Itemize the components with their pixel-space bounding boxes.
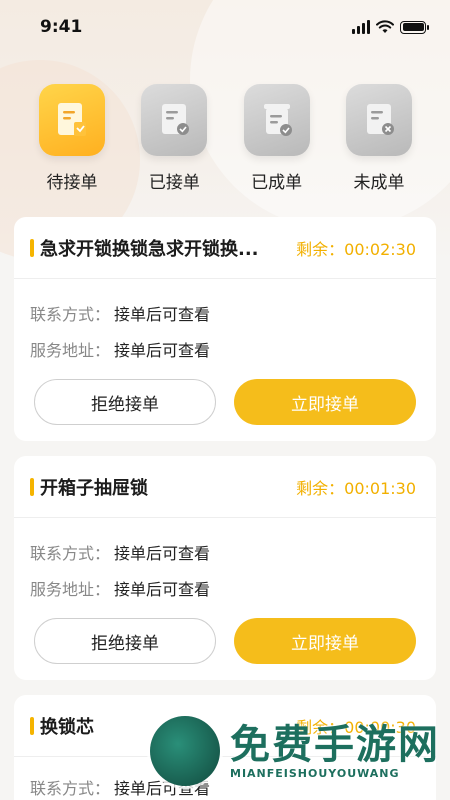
address-row: 服务地址： 接单后可查看 xyxy=(30,570,420,606)
order-card-header: 开箱子抽屉锁 剩余：00:01:30 xyxy=(14,456,436,518)
order-card: 急求开锁换锁急求开锁换... 剩余：00:02:30 联系方式： 接单后可查看 … xyxy=(14,217,436,441)
order-actions: 拒绝接单 立即接单 xyxy=(14,367,436,425)
order-card-body: 联系方式： 接单后可查看 服务地址： 接单后可查看 xyxy=(14,279,436,367)
watermark-subtitle: MIANFEISHOUYOUWANG xyxy=(230,766,400,780)
remaining-value: 00:02:30 xyxy=(344,239,416,259)
order-title-text: 换锁芯 xyxy=(40,716,94,738)
cellular-signal-icon xyxy=(352,20,370,34)
order-actions: 拒绝接单 立即接单 xyxy=(14,606,436,664)
watermark-text: 免费手游网 MIANFEISHOUYOUWANG xyxy=(230,720,440,780)
status-bar: 9:41 xyxy=(0,0,450,54)
contact-row: 联系方式： 接单后可查看 xyxy=(30,295,420,331)
contact-value: 接单后可查看 xyxy=(114,544,211,563)
tab-accepted[interactable]: 已接单 xyxy=(126,84,222,193)
tab-label: 待接单 xyxy=(46,173,98,193)
system-icons xyxy=(352,20,429,34)
tab-label: 已接单 xyxy=(148,173,200,193)
order-title-text: 急求开锁换锁急求开锁换... xyxy=(40,238,259,260)
order-title: 换锁芯 xyxy=(30,713,94,739)
accept-order-button[interactable]: 立即接单 xyxy=(234,618,416,664)
watermark-logo-icon xyxy=(150,716,220,786)
title-accent-bar xyxy=(30,238,34,257)
doc-accepted-icon xyxy=(141,84,208,156)
reject-order-button[interactable]: 拒绝接单 xyxy=(34,618,216,664)
address-value: 接单后可查看 xyxy=(114,341,211,360)
tab-completed[interactable]: 已成单 xyxy=(229,84,325,193)
contact-value: 接单后可查看 xyxy=(114,305,211,324)
address-label: 服务地址： xyxy=(30,341,111,360)
tab-pending[interactable]: 待接单 xyxy=(24,84,120,193)
address-row: 服务地址： 接单后可查看 xyxy=(30,331,420,367)
tab-failed[interactable]: 未成单 xyxy=(331,84,427,193)
remaining-time: 剩余：00:01:30 xyxy=(296,475,416,499)
doc-completed-icon xyxy=(243,84,310,156)
contact-label: 联系方式： xyxy=(30,305,111,324)
address-value: 接单后可查看 xyxy=(114,580,211,599)
remaining-label: 剩余： xyxy=(296,239,345,259)
title-accent-bar xyxy=(30,716,34,735)
order-title: 开箱子抽屉锁 xyxy=(30,474,148,500)
contact-label: 联系方式： xyxy=(30,779,111,798)
tab-label: 未成单 xyxy=(353,173,405,193)
order-card: 开箱子抽屉锁 剩余：00:01:30 联系方式： 接单后可查看 服务地址： 接单… xyxy=(14,456,436,680)
contact-label: 联系方式： xyxy=(30,544,111,563)
order-status-tabs: 待接单 已接单 已成单 未成单 xyxy=(0,84,450,193)
remaining-label: 剩余： xyxy=(296,478,345,498)
order-title-text: 开箱子抽屉锁 xyxy=(40,477,148,499)
contact-row: 联系方式： 接单后可查看 xyxy=(30,534,420,570)
accept-order-button[interactable]: 立即接单 xyxy=(234,379,416,425)
remaining-time: 剩余：00:02:30 xyxy=(296,236,416,260)
order-card-header: 急求开锁换锁急求开锁换... 剩余：00:02:30 xyxy=(14,217,436,279)
battery-icon xyxy=(400,20,429,34)
doc-failed-icon xyxy=(345,84,412,156)
reject-order-button[interactable]: 拒绝接单 xyxy=(34,379,216,425)
wifi-icon xyxy=(376,20,394,33)
remaining-value: 00:01:30 xyxy=(344,478,416,498)
doc-pending-icon xyxy=(39,84,105,156)
order-card-body: 联系方式： 接单后可查看 服务地址： 接单后可查看 xyxy=(14,518,436,606)
site-watermark: 免费手游网 MIANFEISHOUYOUWANG xyxy=(150,702,450,800)
tab-label: 已成单 xyxy=(251,173,303,193)
title-accent-bar xyxy=(30,477,34,496)
watermark-title: 免费手游网 xyxy=(230,720,440,768)
status-time: 9:41 xyxy=(40,17,83,37)
address-label: 服务地址： xyxy=(30,580,111,599)
order-title: 急求开锁换锁急求开锁换... xyxy=(30,235,259,261)
